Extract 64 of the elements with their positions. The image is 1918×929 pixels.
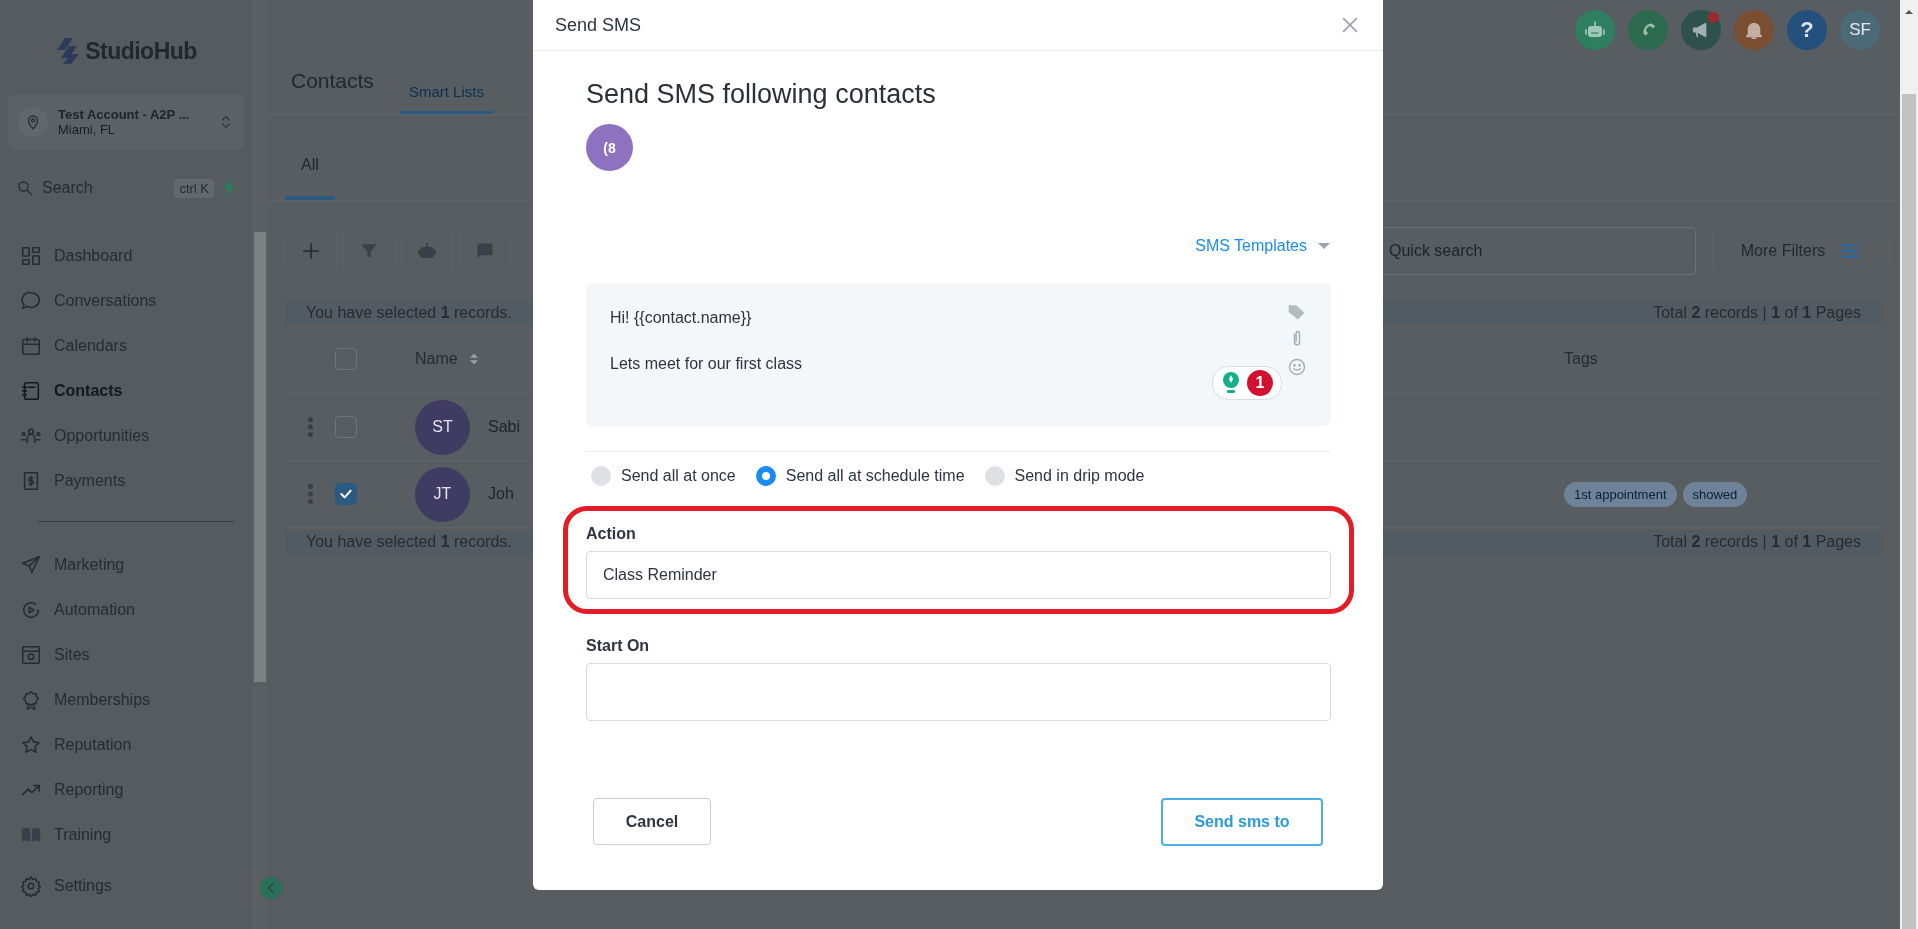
gear-icon — [20, 875, 42, 897]
dashboard-icon — [20, 244, 42, 267]
filter-button[interactable] — [343, 227, 395, 275]
nav-item[interactable]: Contacts — [0, 368, 252, 413]
recipient-avatar[interactable]: (8 — [586, 124, 633, 171]
robot-button[interactable] — [1575, 10, 1615, 50]
bell-button[interactable] — [1734, 10, 1774, 50]
contact-avatar: ST — [415, 399, 470, 455]
message-line: Lets meet for our first class — [610, 355, 804, 373]
tag: 1st appointment — [1564, 481, 1677, 507]
input-field[interactable] — [586, 663, 1331, 721]
user-avatar[interactable]: SF — [1840, 10, 1880, 50]
account-location: Miami, FL — [58, 122, 117, 137]
chat-bubble-icon — [20, 289, 42, 312]
badge-icon — [20, 688, 42, 711]
send-icon — [20, 553, 42, 576]
send-button[interactable]: Send sms to — [1161, 798, 1323, 846]
contact-avatar: JT — [415, 466, 470, 522]
suggestion-badge[interactable]: 1 — [1212, 366, 1282, 400]
page-scrollbar[interactable] — [1902, 94, 1916, 929]
caret-icon — [1317, 242, 1331, 250]
kebab-icon[interactable] — [307, 417, 313, 437]
shortcut-key: ctrl K — [174, 178, 214, 198]
add-button[interactable] — [285, 227, 337, 275]
sidebar-scrollbar[interactable] — [254, 232, 266, 682]
search-icon — [16, 179, 34, 197]
plus-icon — [300, 240, 322, 262]
field-label: Action — [586, 525, 637, 543]
robot-button[interactable] — [401, 227, 453, 275]
phone-button[interactable] — [1628, 10, 1668, 50]
contact-name[interactable]: Sabi — [488, 418, 521, 436]
send-mode-radio[interactable]: Send all at once — [591, 466, 736, 486]
calendar-icon — [20, 334, 42, 357]
send-mode-radio[interactable]: Send in drip mode — [984, 466, 1145, 486]
tag-icon — [1287, 303, 1307, 321]
contact-book-icon — [20, 379, 42, 402]
cancel-button[interactable]: Cancel — [593, 798, 711, 845]
sms-templates-dropdown[interactable]: SMS Templates — [1195, 237, 1331, 255]
dialog-heading: Send SMS following contacts — [586, 79, 937, 110]
megaphone-button[interactable] — [1681, 10, 1721, 50]
help-button[interactable]: ? — [1787, 10, 1827, 50]
message-icon — [475, 241, 495, 261]
message-line: Hi! {{contact.name}} — [610, 309, 753, 327]
select-all-checkbox[interactable] — [335, 348, 357, 370]
input-field[interactable]: Class Reminder — [586, 551, 1331, 599]
dialog-title: Send SMS — [555, 14, 643, 36]
tab[interactable]: Smart Lists — [399, 72, 493, 114]
row-checkbox[interactable] — [335, 416, 357, 438]
lightbulb-icon — [1221, 371, 1241, 395]
field-label: Start On — [586, 637, 651, 655]
browser-icon — [20, 643, 42, 666]
message-button[interactable] — [459, 227, 511, 275]
smiley-icon — [1287, 357, 1307, 377]
send-mode-radio[interactable]: Send all at schedule time — [755, 466, 965, 486]
message-box[interactable]: Hi! {{contact.name}} Lets meet for our first class 1 — [586, 283, 1331, 426]
star-icon — [20, 733, 42, 756]
account-name: Test Account - A2P ... — [58, 107, 191, 122]
kebab-icon[interactable] — [307, 484, 313, 504]
tag: showed — [1682, 481, 1748, 507]
lightning-icon — [222, 179, 236, 197]
account-switcher[interactable]: Test Account - A2P ... Miami, FL — [8, 94, 244, 150]
row-checkbox[interactable] — [335, 483, 357, 505]
filter-icon — [359, 241, 379, 261]
contact-name[interactable]: Joh — [488, 485, 514, 503]
